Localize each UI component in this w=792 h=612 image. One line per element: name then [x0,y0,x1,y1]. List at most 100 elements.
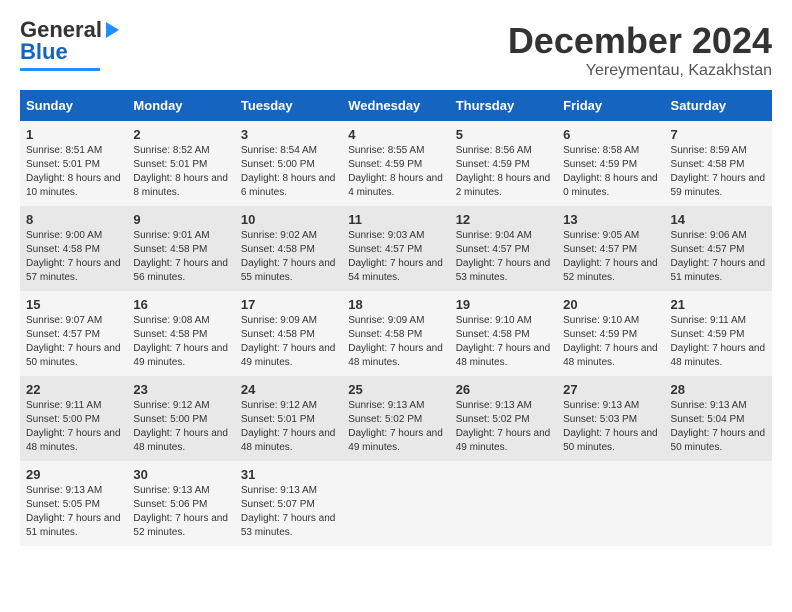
cell-sunrise: Sunrise: 9:07 AM [26,315,102,326]
calendar-cell [557,461,664,546]
cell-daylight: Daylight: 7 hours and 48 minutes. [26,428,121,453]
week-row-4: 22 Sunrise: 9:11 AM Sunset: 5:00 PM Dayl… [20,376,772,461]
cell-daylight: Daylight: 7 hours and 48 minutes. [456,343,551,368]
week-row-3: 15 Sunrise: 9:07 AM Sunset: 4:57 PM Dayl… [20,291,772,376]
cell-sunset: Sunset: 4:59 PM [348,159,422,170]
cell-sunset: Sunset: 5:04 PM [671,414,745,425]
calendar-cell: 17 Sunrise: 9:09 AM Sunset: 4:58 PM Dayl… [235,291,342,376]
cell-sunrise: Sunrise: 9:11 AM [671,315,746,326]
cell-daylight: Daylight: 7 hours and 51 minutes. [671,258,766,283]
cell-sunset: Sunset: 5:00 PM [133,414,207,425]
day-number: 15 [26,297,121,312]
cell-daylight: Daylight: 7 hours and 49 minutes. [133,343,228,368]
cell-sunrise: Sunrise: 8:52 AM [133,145,209,156]
cell-daylight: Daylight: 7 hours and 48 minutes. [563,343,658,368]
calendar-cell: 19 Sunrise: 9:10 AM Sunset: 4:58 PM Dayl… [450,291,557,376]
cell-sunrise: Sunrise: 9:12 AM [133,400,209,411]
day-number: 20 [563,297,658,312]
week-row-1: 1 Sunrise: 8:51 AM Sunset: 5:01 PM Dayli… [20,121,772,206]
calendar-cell: 16 Sunrise: 9:08 AM Sunset: 4:58 PM Dayl… [127,291,234,376]
cell-sunrise: Sunrise: 9:09 AM [348,315,424,326]
logo-blue: Blue [20,39,68,65]
cell-daylight: Daylight: 8 hours and 8 minutes. [133,173,228,198]
day-number: 8 [26,212,121,227]
day-number: 12 [456,212,551,227]
cell-sunset: Sunset: 5:02 PM [456,414,530,425]
cell-sunset: Sunset: 4:58 PM [348,329,422,340]
calendar-cell: 3 Sunrise: 8:54 AM Sunset: 5:00 PM Dayli… [235,121,342,206]
day-number: 23 [133,382,228,397]
cell-daylight: Daylight: 7 hours and 59 minutes. [671,173,766,198]
day-number: 9 [133,212,228,227]
day-number: 10 [241,212,336,227]
calendar-cell: 22 Sunrise: 9:11 AM Sunset: 5:00 PM Dayl… [20,376,127,461]
title-section: December 2024 Yereymentau, Kazakhstan [508,20,772,80]
cell-sunrise: Sunrise: 8:54 AM [241,145,317,156]
calendar-cell: 24 Sunrise: 9:12 AM Sunset: 5:01 PM Dayl… [235,376,342,461]
calendar-cell: 11 Sunrise: 9:03 AM Sunset: 4:57 PM Dayl… [342,206,449,291]
cell-sunset: Sunset: 5:00 PM [26,414,100,425]
day-number: 11 [348,212,443,227]
calendar-cell: 2 Sunrise: 8:52 AM Sunset: 5:01 PM Dayli… [127,121,234,206]
cell-daylight: Daylight: 7 hours and 48 minutes. [241,428,336,453]
weekday-tuesday: Tuesday [235,90,342,121]
day-number: 18 [348,297,443,312]
cell-daylight: Daylight: 7 hours and 50 minutes. [563,428,658,453]
cell-sunrise: Sunrise: 8:58 AM [563,145,639,156]
cell-daylight: Daylight: 8 hours and 0 minutes. [563,173,658,198]
cell-sunrise: Sunrise: 9:13 AM [241,485,317,496]
cell-daylight: Daylight: 8 hours and 6 minutes. [241,173,336,198]
day-number: 16 [133,297,228,312]
calendar-cell [450,461,557,546]
cell-sunset: Sunset: 5:01 PM [26,159,100,170]
logo-divider [20,68,100,71]
week-row-5: 29 Sunrise: 9:13 AM Sunset: 5:05 PM Dayl… [20,461,772,546]
cell-sunrise: Sunrise: 8:51 AM [26,145,102,156]
cell-sunrise: Sunrise: 9:11 AM [26,400,101,411]
cell-sunset: Sunset: 4:58 PM [671,159,745,170]
cell-sunset: Sunset: 4:59 PM [563,159,637,170]
weekday-wednesday: Wednesday [342,90,449,121]
calendar-cell: 12 Sunrise: 9:04 AM Sunset: 4:57 PM Dayl… [450,206,557,291]
cell-sunrise: Sunrise: 9:13 AM [456,400,532,411]
cell-sunrise: Sunrise: 9:02 AM [241,230,317,241]
week-row-2: 8 Sunrise: 9:00 AM Sunset: 4:58 PM Dayli… [20,206,772,291]
day-number: 6 [563,127,658,142]
day-number: 4 [348,127,443,142]
cell-sunset: Sunset: 4:58 PM [456,329,530,340]
cell-sunset: Sunset: 4:57 PM [563,244,637,255]
location-title: Yereymentau, Kazakhstan [508,62,772,80]
cell-sunset: Sunset: 5:01 PM [133,159,207,170]
cell-sunset: Sunset: 4:58 PM [133,244,207,255]
cell-sunrise: Sunrise: 9:10 AM [563,315,639,326]
cell-sunset: Sunset: 4:59 PM [671,329,745,340]
cell-sunset: Sunset: 5:01 PM [241,414,315,425]
cell-daylight: Daylight: 7 hours and 56 minutes. [133,258,228,283]
calendar-cell: 20 Sunrise: 9:10 AM Sunset: 4:59 PM Dayl… [557,291,664,376]
cell-sunrise: Sunrise: 8:59 AM [671,145,747,156]
calendar-cell: 9 Sunrise: 9:01 AM Sunset: 4:58 PM Dayli… [127,206,234,291]
cell-sunrise: Sunrise: 9:04 AM [456,230,532,241]
cell-daylight: Daylight: 7 hours and 48 minutes. [348,343,443,368]
logo: General Blue General Blue [20,25,120,71]
day-number: 2 [133,127,228,142]
day-number: 31 [241,467,336,482]
cell-daylight: Daylight: 7 hours and 57 minutes. [26,258,121,283]
calendar-cell: 14 Sunrise: 9:06 AM Sunset: 4:57 PM Dayl… [665,206,772,291]
weekday-header-row: SundayMondayTuesdayWednesdayThursdayFrid… [20,90,772,121]
day-number: 27 [563,382,658,397]
calendar-cell: 23 Sunrise: 9:12 AM Sunset: 5:00 PM Dayl… [127,376,234,461]
weekday-saturday: Saturday [665,90,772,121]
day-number: 13 [563,212,658,227]
cell-sunrise: Sunrise: 8:55 AM [348,145,424,156]
cell-sunset: Sunset: 4:58 PM [241,329,315,340]
page-header: General Blue General Blue December 2024 … [20,20,772,80]
cell-sunset: Sunset: 5:07 PM [241,499,315,510]
cell-sunrise: Sunrise: 9:13 AM [563,400,639,411]
cell-sunrise: Sunrise: 9:06 AM [671,230,747,241]
cell-sunset: Sunset: 4:58 PM [241,244,315,255]
cell-daylight: Daylight: 7 hours and 48 minutes. [671,343,766,368]
day-number: 17 [241,297,336,312]
cell-sunrise: Sunrise: 9:13 AM [348,400,424,411]
cell-sunset: Sunset: 4:59 PM [456,159,530,170]
